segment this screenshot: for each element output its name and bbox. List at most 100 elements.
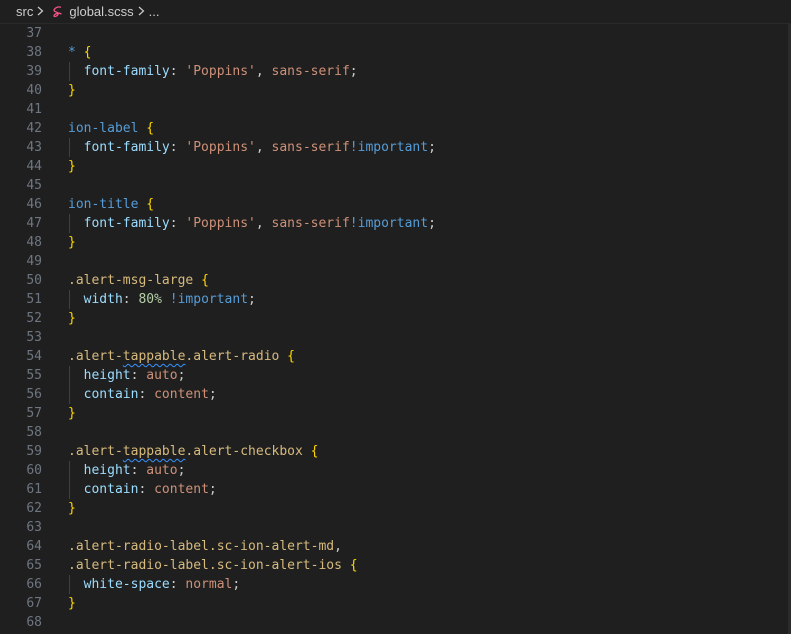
code-token: ; [232, 577, 241, 592]
line-number: 63 [26, 520, 42, 535]
code-token: font-family [83, 140, 170, 155]
sass-file-icon [51, 5, 65, 19]
code-token: } [68, 406, 76, 421]
code-line[interactable]: 63 [0, 518, 791, 537]
line-number: 41 [26, 102, 42, 117]
code-token: ion-title [68, 197, 139, 212]
line-number: 64 [26, 539, 42, 554]
code-token: height [83, 463, 131, 478]
code-token: .alert-radio [185, 349, 280, 364]
code-line[interactable]: 65 .alert-radio-label.sc-ion-alert-ios { [0, 556, 791, 575]
code-token: !important [349, 216, 429, 231]
code-text: * { [68, 43, 91, 62]
code-line[interactable]: 64 .alert-radio-label.sc-ion-alert-md, [0, 537, 791, 556]
code-line[interactable]: 46 ion-title { [0, 195, 791, 214]
code-token: .alert- [68, 349, 123, 364]
code-line[interactable]: 58 [0, 423, 791, 442]
code-line[interactable]: 61 contain: content; [0, 480, 791, 499]
code-token: { [310, 444, 319, 459]
code-token: font-family [83, 64, 170, 79]
code-line[interactable]: 54 .alert-tappable.alert-radio { [0, 347, 791, 366]
code-editor-window: src global.scss ... 37 38 * {39 font-famil… [0, 0, 791, 634]
code-token: * [68, 45, 76, 60]
line-number: 62 [26, 501, 42, 516]
line-number: 40 [26, 83, 42, 98]
code-token: content [154, 482, 209, 497]
code-line[interactable]: 48} [0, 233, 791, 252]
line-number: 57 [26, 406, 42, 421]
code-token: !important [169, 292, 249, 307]
code-line[interactable]: 45 [0, 176, 791, 195]
code-token: ; [208, 387, 217, 402]
code-line[interactable]: 37 [0, 24, 791, 43]
line-number: 49 [26, 254, 42, 269]
code-token: : [130, 463, 147, 478]
code-token: : [169, 140, 186, 155]
line-number: 65 [26, 558, 42, 573]
code-token: tappable [122, 349, 186, 364]
line-number: 48 [26, 235, 42, 250]
code-text: font-family: 'Poppins', sans-serif!impor… [68, 138, 436, 157]
code-line[interactable]: 60 height: auto; [0, 461, 791, 480]
code-text: } [68, 157, 76, 176]
code-line[interactable]: 40} [0, 81, 791, 100]
breadcrumb-more[interactable]: ... [149, 4, 160, 19]
code-token: 'Poppins' [185, 64, 256, 79]
line-number: 50 [26, 273, 42, 288]
breadcrumb-file[interactable]: global.scss [69, 4, 133, 19]
line-number: 46 [26, 197, 42, 212]
code-line[interactable]: 41 [0, 100, 791, 119]
code-line[interactable]: 56 contain: content; [0, 385, 791, 404]
code-token: 'Poppins' [185, 216, 256, 231]
code-line[interactable]: 49 [0, 252, 791, 271]
code-editor[interactable]: 37 38 * {39 font-family: 'Poppins', sans-s… [0, 24, 791, 634]
code-line[interactable]: 44} [0, 157, 791, 176]
code-line[interactable]: 42 ion-label { [0, 119, 791, 138]
line-number: 43 [26, 140, 42, 155]
code-token: : [138, 387, 155, 402]
code-line[interactable]: 52} [0, 309, 791, 328]
code-token: } [68, 501, 76, 516]
line-number: 66 [26, 577, 42, 592]
code-token: ; [177, 368, 186, 383]
code-line[interactable]: 62} [0, 499, 791, 518]
code-line[interactable]: 57} [0, 404, 791, 423]
code-token: , [255, 140, 272, 155]
code-line[interactable]: 43 font-family: 'Poppins', sans-serif!im… [0, 138, 791, 157]
line-number: 52 [26, 311, 42, 326]
breadcrumb-folder[interactable]: src [16, 4, 33, 19]
line-number: 44 [26, 159, 42, 174]
code-line[interactable]: 68 [0, 613, 791, 632]
code-token: .alert-radio-label.sc-ion-alert-md [68, 539, 335, 554]
code-text: height: auto; [68, 366, 186, 385]
code-token: : [138, 482, 155, 497]
code-token: .alert- [68, 444, 123, 459]
code-line[interactable]: 59 .alert-tappable.alert-checkbox { [0, 442, 791, 461]
code-line[interactable]: 55 height: auto; [0, 366, 791, 385]
code-token: ion-label [68, 121, 139, 136]
line-number: 58 [26, 425, 42, 440]
code-text: } [68, 233, 76, 252]
line-number: 53 [26, 330, 42, 345]
code-line[interactable]: 66 white-space: normal; [0, 575, 791, 594]
code-token: ; [248, 292, 256, 307]
code-line[interactable]: 67} [0, 594, 791, 613]
code-line[interactable]: 47 font-family: 'Poppins', sans-serif!im… [0, 214, 791, 233]
code-token: sans-serif [271, 64, 350, 79]
line-number: 38 [26, 45, 42, 60]
code-token: } [68, 83, 76, 98]
line-number: 47 [26, 216, 42, 231]
code-token: white-space [83, 577, 170, 592]
line-number: 39 [26, 64, 42, 79]
line-number: 55 [26, 368, 42, 383]
code-token: height [83, 368, 131, 383]
code-line[interactable]: 38 * { [0, 43, 791, 62]
code-line[interactable]: 51 width: 80% !important; [0, 290, 791, 309]
code-line[interactable]: 53 [0, 328, 791, 347]
code-line[interactable]: 39 font-family: 'Poppins', sans-serif; [0, 62, 791, 81]
code-line[interactable]: 50 .alert-msg-large { [0, 271, 791, 290]
line-number: 68 [26, 615, 42, 630]
